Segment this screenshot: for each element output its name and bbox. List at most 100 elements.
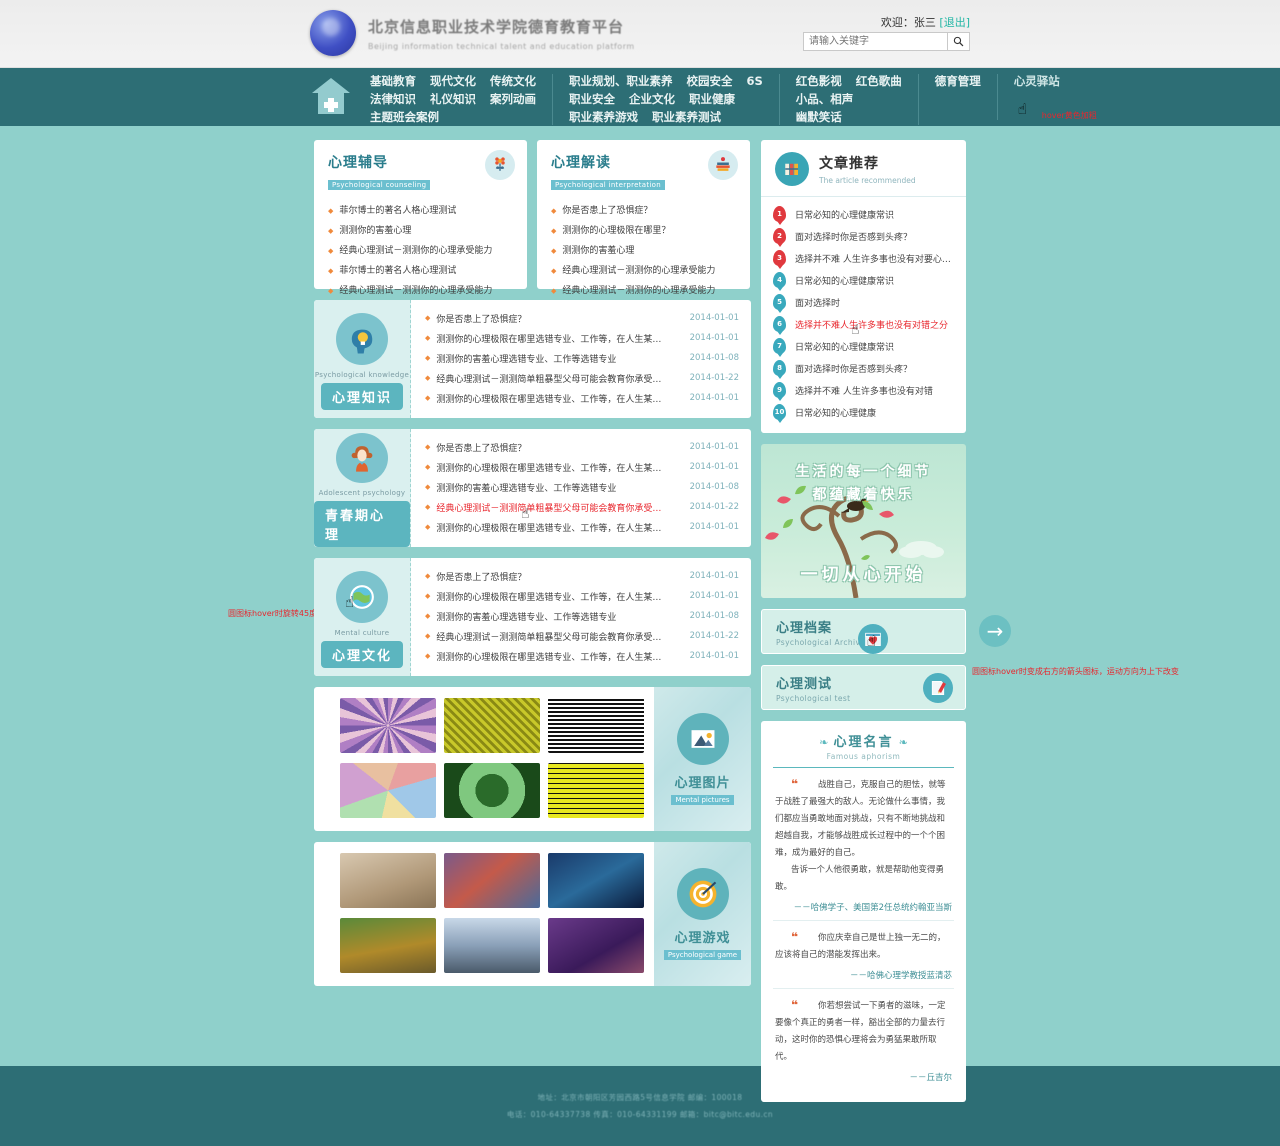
list-item[interactable]: 2 面对选择时你是否感到头疼？ <box>773 225 954 247</box>
category-banner[interactable]: Psychological knowledge 心理知识 <box>314 300 411 418</box>
promo-banner[interactable]: 生活的每一个细节 都蕴藏着快乐 一切从心开始 <box>761 444 966 598</box>
welcome-text: 欢迎：张三 <box>880 16 936 29</box>
nav-item-2-0-0[interactable]: 红色影视 <box>796 74 842 89</box>
nav-item-2-0-1[interactable]: 红色歌曲 <box>856 74 902 89</box>
nav-item-1-1-1[interactable]: 企业文化 <box>629 92 675 107</box>
brain-bulb-icon <box>336 312 388 365</box>
quote-body: 战胜自己，克服自己的胆怯，就等于战胜了最强大的敌人。无论做什么事情，我们都应当勇… <box>775 780 946 858</box>
nav-item-2-2-0[interactable]: 幽默笑话 <box>796 110 842 125</box>
gallery-cell[interactable] <box>340 698 436 753</box>
side-button-en: Psychological test <box>776 693 851 703</box>
table-row[interactable]: ◆ 你是否患上了恐惧症？ 2014-01-01 <box>425 308 739 328</box>
list-item[interactable]: ◆ 菲尔博士的著名人格心理测试 <box>328 201 513 221</box>
search-input[interactable] <box>803 32 948 51</box>
table-row[interactable]: ◆ 测测你的害羞心理选错专业、工作等选错专业 2014-01-08 <box>425 477 739 497</box>
list-item[interactable]: ◆ 经典心理测试－测测你的心理承受能力 <box>328 241 513 261</box>
bullet-icon: ◆ <box>425 374 431 382</box>
gallery-banner[interactable]: 心理游戏 Psychological game <box>654 842 751 986</box>
gallery-cell[interactable] <box>444 918 540 973</box>
nav-item-1-2-1[interactable]: 职业素养测试 <box>652 110 721 125</box>
table-row[interactable]: ◆ 测测你的害羞心理选错专业、工作等选错专业 2014-01-08 <box>425 348 739 368</box>
gallery-cell[interactable] <box>548 918 644 973</box>
table-row[interactable]: ◆ 你是否患上了恐惧症？ 2014-01-01 <box>425 566 739 586</box>
gallery-cell[interactable] <box>444 698 540 753</box>
nav-item-1-0-1[interactable]: 校园安全 <box>687 74 733 89</box>
list-item[interactable]: ◆ 测测你的害羞心理 <box>328 221 513 241</box>
table-row[interactable]: ◆ 测测你的心理极限在哪里选错专业、工作等，在人生某… 2014-01-01 <box>425 646 739 666</box>
article-link: 选择并不难 人生许多事也没有对错 <box>795 386 933 397</box>
list-item[interactable]: 3 选择并不难 人生许多事也没有对要心… <box>773 247 954 269</box>
nav-item-1-1-2[interactable]: 职业健康 <box>689 92 735 107</box>
gallery-cell[interactable] <box>548 698 644 753</box>
table-row[interactable]: ◆ 测测你的害羞心理选错专业、工作等选错专业 2014-01-08 <box>425 606 739 626</box>
gallery-cell[interactable] <box>444 763 540 818</box>
list-item[interactable]: 6 选择并不难人生许多事也没有对错之分 ☝ <box>773 313 954 338</box>
nav-item-0-2-0[interactable]: 主题班会案例 <box>370 110 439 125</box>
list-item[interactable]: ◆ 经典心理测试－测测你的心理承受能力 <box>551 261 736 281</box>
table-row[interactable]: ◆ 经典心理测试－测测简单粗暴型父母可能会教育你承受… 2014-01-22 <box>425 626 739 646</box>
nav-item-0-0-2[interactable]: 传统文化 <box>490 74 536 89</box>
gallery-banner[interactable]: 心理图片 Mental pictures <box>654 687 751 831</box>
nav-item-mind-station[interactable]: 心灵驿站 <box>1014 74 1060 89</box>
article-subtitle: The article recommended <box>819 176 916 185</box>
list-item[interactable]: ◆ 测测你的害羞心理 <box>551 241 736 261</box>
nav-item-0-1-0[interactable]: 法律知识 <box>370 92 416 107</box>
table-row[interactable]: ◆ 测测你的心理极限在哪里选错专业、工作等，在人生某… 2014-01-01 <box>425 328 739 348</box>
nav-item-1-0-0[interactable]: 职业规划、职业素养 <box>569 74 673 89</box>
bullet-icon: ◆ <box>328 247 334 255</box>
table-row[interactable]: ◆ 测测你的心理极限在哪里选错专业、工作等，在人生某… 2014-01-01 <box>425 586 739 606</box>
side-button-test[interactable]: 心理测试 Psychological test <box>761 665 966 710</box>
gallery-cell[interactable] <box>548 763 644 818</box>
search-button[interactable] <box>948 32 970 51</box>
list-item[interactable]: 8 面对选择时你是否感到头疼？ <box>773 357 954 379</box>
home-icon[interactable] <box>310 74 352 120</box>
list-item[interactable]: 9 选择并不难 人生许多事也没有对错 <box>773 379 954 401</box>
nav-item-1-2-0[interactable]: 职业素养游戏 <box>569 110 638 125</box>
list-item[interactable]: 10 日常必知的心理健康 <box>773 401 954 423</box>
rank-pin-icon: 2 <box>773 228 786 244</box>
arrow-annotation: 圆图标hover时变成右方的箭头图标，运动方向为上下改变 <box>972 667 1179 676</box>
row-title: 你是否患上了恐惧症？ <box>436 443 527 454</box>
bullet-icon: ◆ <box>425 334 431 342</box>
table-row[interactable]: ◆ 测测你的心理极限在哪里选错专业、工作等，在人生某… 2014-01-01 <box>425 517 739 537</box>
nav-item-1-0-2[interactable]: 6S <box>747 74 763 89</box>
table-row[interactable]: ◆ 你是否患上了恐惧症？ 2014-01-01 <box>425 437 739 457</box>
article-link: 日常必知的心理健康常识 <box>795 276 895 287</box>
logout-link[interactable]: [退出] <box>939 16 970 29</box>
table-row[interactable]: ◆ 测测你的心理极限在哪里选错专业、工作等，在人生某… 2014-01-01 <box>425 388 739 408</box>
list-item[interactable]: 7 日常必知的心理健康常识 <box>773 335 954 357</box>
site-logo[interactable]: 北京信息职业技术学院德育教育平台 Beijing information tec… <box>310 10 635 56</box>
gallery-cell[interactable] <box>340 918 436 973</box>
list-item[interactable]: 4 日常必知的心理健康常识 <box>773 269 954 291</box>
list-item[interactable]: ◆ 菲尔博士的著名人格心理测试 <box>328 261 513 281</box>
nav-item-moral-management[interactable]: 德育管理 <box>935 74 981 89</box>
list-item[interactable]: ◆ 经典心理测试－测测你的心理承受能力 <box>551 281 736 301</box>
nav-item-1-1-0[interactable]: 职业安全 <box>569 92 615 107</box>
article-link: 日常必知的心理健康 <box>795 408 877 419</box>
table-row[interactable]: ◆ 经典心理测试－测测简单粗暴型父母可能会教育你承受… 2014-01-22 ☝ <box>425 497 739 522</box>
nav-item-0-1-1[interactable]: 礼仪知识 <box>430 92 476 107</box>
quote-item: ❝ 战胜自己，克服自己的胆怯，就等于战胜了最强大的敌人。无论做什么事情，我们都应当… <box>773 768 954 921</box>
list-item[interactable]: ◆ 你是否患上了恐惧症？ <box>551 201 736 221</box>
list-item[interactable]: ◆ 经典心理测试－测测你的心理承受能力 <box>328 281 513 301</box>
row-title: 测测你的害羞心理选错专业、工作等选错专业 <box>436 483 617 494</box>
nav-item-0-1-2[interactable]: 案列动画 <box>490 92 536 107</box>
arrow-right-button[interactable]: → <box>979 615 1011 647</box>
list-item[interactable]: ◆ 测测你的心理极限在哪里？ <box>551 221 736 241</box>
list-item[interactable]: 1 日常必知的心理健康常识 <box>773 203 954 225</box>
category-banner[interactable]: Adolescent psychology 青春期心理 <box>314 429 411 547</box>
table-row[interactable]: ◆ 测测你的心理极限在哪里选错专业、工作等，在人生某… 2014-01-01 <box>425 457 739 477</box>
table-row[interactable]: ◆ 经典心理测试－测测简单粗暴型父母可能会教育你承受… 2014-01-22 <box>425 368 739 388</box>
nav-item-2-1-0[interactable]: 小品、相声 <box>796 92 854 107</box>
list-item-label: 测测你的害羞心理 <box>339 226 412 236</box>
quote-text-2: 告诉一个人他很勇敢，就是帮助他变得勇敢。 <box>775 865 945 892</box>
list-item[interactable]: 5 面对选择时 <box>773 291 954 313</box>
gallery-cell[interactable] <box>340 763 436 818</box>
gallery-cell[interactable] <box>340 853 436 908</box>
nav-item-0-0-1[interactable]: 现代文化 <box>430 74 476 89</box>
gallery-cell[interactable] <box>444 853 540 908</box>
category-banner[interactable]: ☝ Mental culture 心理文化 <box>314 558 411 676</box>
nav-item-0-0-0[interactable]: 基础教育 <box>370 74 416 89</box>
side-button-archives[interactable]: 心理档案 Psychological Archives ☝ <box>761 609 966 654</box>
gallery-cell[interactable] <box>548 853 644 908</box>
